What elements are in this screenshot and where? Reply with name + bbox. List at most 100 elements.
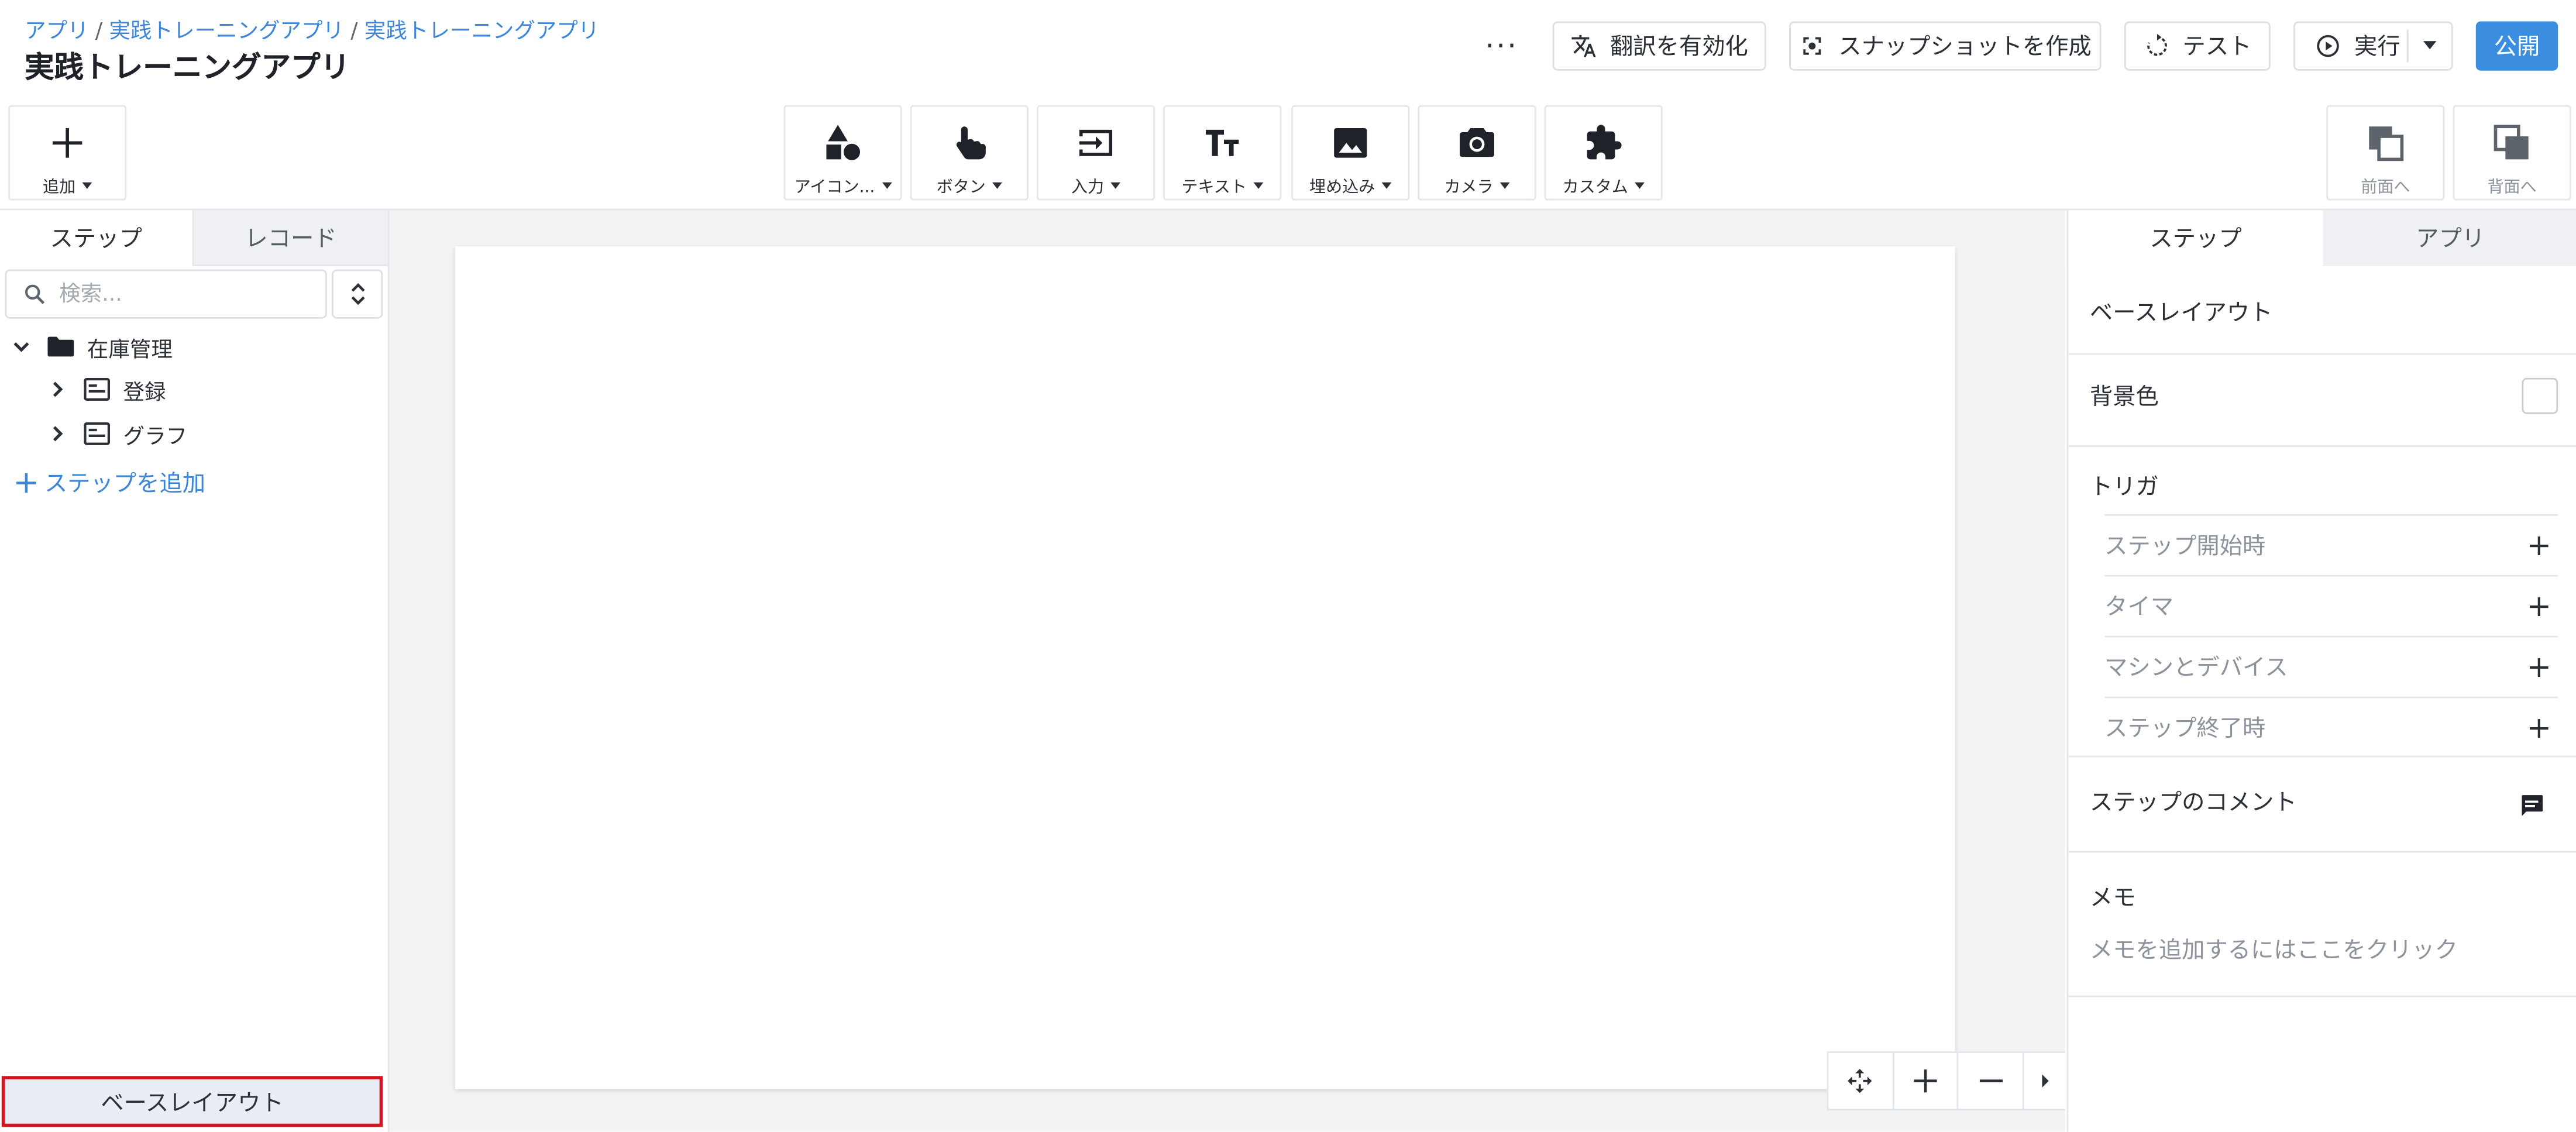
tool-embed[interactable]: 埋め込み xyxy=(1291,105,1410,201)
step-search-box xyxy=(5,269,327,319)
plus-icon xyxy=(46,122,89,164)
zoom-controls xyxy=(1827,1051,2065,1111)
tree-item-label: グラフ xyxy=(123,424,188,450)
step-icon xyxy=(84,422,111,445)
memo-add-hint[interactable]: メモを追加するにはここをクリック xyxy=(2090,933,2458,966)
tool-input[interactable]: 入力 xyxy=(1036,105,1155,201)
comment-icon[interactable] xyxy=(2519,792,2545,818)
tool-label: 入力 xyxy=(1071,179,1105,197)
tree-folder-inventory[interactable]: 在庫管理 xyxy=(12,327,173,366)
tool-custom[interactable]: カスタム xyxy=(1544,105,1663,201)
search-input[interactable] xyxy=(59,279,314,309)
app-header: アプリ / 実践トレーニングアプリ / 実践トレーニングアプリ 実践トレーニングアプリ … xyxy=(0,0,2576,101)
caret-down-icon xyxy=(1381,181,1392,188)
bring-forward-button[interactable]: 前面へ xyxy=(2326,105,2445,201)
divider xyxy=(2068,755,2576,758)
caret-down-icon xyxy=(1110,181,1121,188)
tool-label: カスタム xyxy=(1562,179,1628,197)
caret-down-icon xyxy=(1499,181,1510,188)
steps-panel: ステップ レコード 在庫管理 登録 グラフ ステップを追加 ベー xyxy=(0,210,390,1132)
trigger-machines-devices[interactable]: マシンとデバイス + xyxy=(2104,635,2558,697)
breadcrumb-app[interactable]: 実践トレーニングアプリ xyxy=(109,20,344,44)
search-icon xyxy=(25,284,45,304)
test-button-label: テスト xyxy=(2182,34,2252,61)
breadcrumb-apps[interactable]: アプリ xyxy=(25,20,89,44)
chevron-right-icon xyxy=(53,426,63,442)
bring-forward-icon xyxy=(2364,122,2407,164)
fit-to-screen-button[interactable] xyxy=(1828,1052,1894,1109)
properties-panel: ステップ アプリ ベースレイアウト 背景色 トリガ ステップ開始時 + タイマ … xyxy=(2066,210,2576,1132)
snapshot-icon xyxy=(1803,37,1821,55)
zoom-in-button[interactable] xyxy=(1894,1052,1959,1109)
send-backward-icon xyxy=(2491,122,2533,164)
zoom-expand-button[interactable] xyxy=(2024,1053,2065,1109)
trigger-label: ステップ開始時 xyxy=(2104,534,2266,560)
add-trigger-icon[interactable]: + xyxy=(2527,589,2551,624)
sort-toggle-button[interactable] xyxy=(332,269,383,319)
base-layout-item[interactable]: ベースレイアウト xyxy=(1,1076,383,1127)
chevron-down-icon xyxy=(13,342,29,352)
tab-step-properties[interactable]: ステップ xyxy=(2068,210,2323,266)
divider xyxy=(2068,851,2576,853)
tool-text[interactable]: テキスト xyxy=(1163,105,1282,201)
add-widget-button[interactable]: 追加 xyxy=(8,105,127,201)
caret-down-icon xyxy=(1253,181,1263,188)
test-icon xyxy=(2146,34,2166,56)
bring-forward-label: 前面へ xyxy=(2361,179,2410,197)
minus-icon xyxy=(1979,1079,2003,1083)
publish-button[interactable]: 公開 xyxy=(2475,21,2558,71)
test-button[interactable]: テスト xyxy=(2124,21,2271,71)
tool-label: ボタン xyxy=(936,179,986,197)
tab-steps[interactable]: ステップ xyxy=(0,210,194,266)
plus-icon xyxy=(1914,1069,1937,1093)
plus-icon xyxy=(16,473,36,493)
input-icon xyxy=(1074,122,1117,164)
enable-translation-button[interactable]: 翻訳を有効化 xyxy=(1552,21,1766,71)
send-backward-label: 背面へ xyxy=(2487,179,2537,197)
text-icon xyxy=(1201,122,1244,164)
zoom-out-button[interactable] xyxy=(1959,1052,2025,1109)
snapshot-button-label: スナップショットを作成 xyxy=(1838,34,2092,61)
editor-canvas-area xyxy=(389,210,2065,1132)
run-button-label: 実行 xyxy=(2354,34,2400,61)
tool-button[interactable]: ボタン xyxy=(910,105,1029,201)
run-button[interactable]: 実行 xyxy=(2293,21,2453,71)
chevron-right-icon xyxy=(53,381,63,397)
divider xyxy=(2068,445,2576,447)
run-dropdown-icon[interactable] xyxy=(2423,41,2437,50)
trigger-step-end[interactable]: ステップ終了時 + xyxy=(2104,696,2558,758)
caret-right-icon xyxy=(2041,1074,2048,1088)
tool-icon-shapes[interactable]: アイコン... xyxy=(783,105,902,201)
tree-item-register[interactable]: 登録 xyxy=(47,370,166,409)
tool-camera[interactable]: カメラ xyxy=(1418,105,1536,201)
page-title: 実践トレーニングアプリ xyxy=(25,51,350,86)
caret-down-icon xyxy=(82,181,92,188)
tool-label: カメラ xyxy=(1444,179,1494,197)
step-canvas[interactable] xyxy=(455,246,1955,1089)
tree-folder-label: 在庫管理 xyxy=(87,338,173,363)
image-icon xyxy=(1329,122,1372,164)
tab-app-properties[interactable]: アプリ xyxy=(2323,210,2576,266)
add-trigger-icon[interactable]: + xyxy=(2527,528,2551,563)
more-options-button[interactable]: ··· xyxy=(1478,21,1525,71)
caret-down-icon xyxy=(992,181,1002,188)
trigger-timer[interactable]: タイマ + xyxy=(2104,574,2558,636)
tool-label: 埋め込み xyxy=(1309,179,1375,197)
send-backward-button[interactable]: 背面へ xyxy=(2453,105,2571,201)
add-step-link[interactable]: ステップを追加 xyxy=(16,467,205,500)
translate-icon xyxy=(1571,35,1596,57)
create-snapshot-button[interactable]: スナップショットを作成 xyxy=(1789,21,2102,71)
trigger-label: マシンとデバイス xyxy=(2104,655,2288,682)
trigger-step-start[interactable]: ステップ開始時 + xyxy=(2104,514,2558,575)
tab-records[interactable]: レコード xyxy=(194,210,388,266)
add-trigger-icon[interactable]: + xyxy=(2527,711,2551,745)
sort-chevrons-icon xyxy=(350,283,364,305)
trigger-title: トリガ xyxy=(2089,474,2159,501)
background-color-swatch[interactable] xyxy=(2522,377,2558,414)
breadcrumb-separator: / xyxy=(350,19,358,44)
breadcrumb-current[interactable]: 実践トレーニングアプリ xyxy=(364,20,600,44)
tree-item-graph[interactable]: グラフ xyxy=(47,414,187,453)
caret-down-icon xyxy=(1635,181,1645,188)
tool-label: アイコン... xyxy=(794,179,875,197)
add-trigger-icon[interactable]: + xyxy=(2527,650,2551,684)
